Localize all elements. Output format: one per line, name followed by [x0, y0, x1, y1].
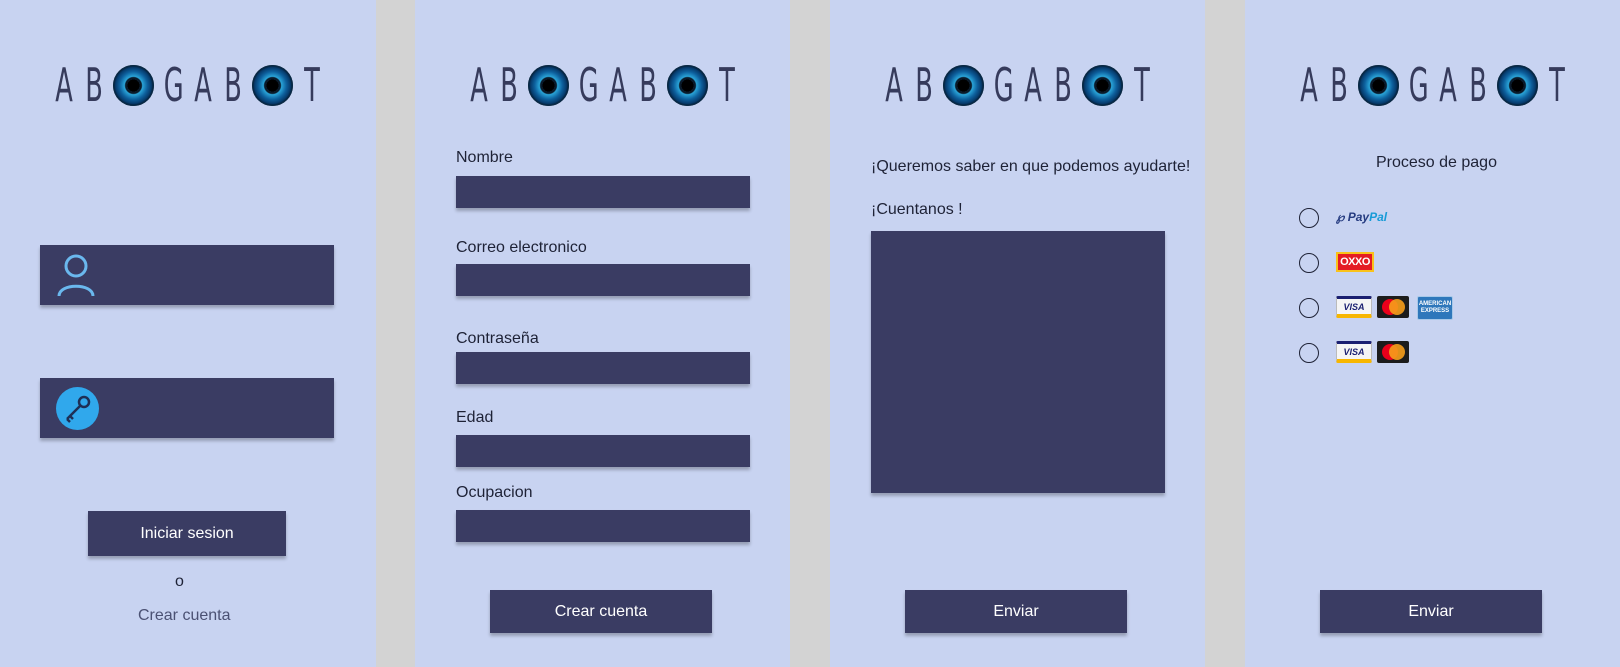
abogabot-logo: A B G A B T: [879, 60, 1157, 110]
email-input[interactable]: [456, 264, 750, 296]
tell-us-prompt: ¡Cuentanos !: [871, 201, 963, 218]
occupation-label: Ocupacion: [456, 484, 533, 501]
message-panel: A B G A B T ¡Queremos saber en que podem…: [830, 0, 1205, 667]
eye-icon: [113, 64, 154, 106]
logo-letter: B: [499, 58, 518, 112]
mastercard-logo: [1377, 296, 1409, 318]
eye-icon: [1081, 64, 1123, 106]
logo-letter: A: [194, 58, 212, 112]
eye-icon: [666, 64, 708, 106]
visa-logo: VISA: [1336, 296, 1372, 318]
paypal-pay-text: Pay: [1347, 210, 1370, 224]
abogabot-logo: A B G A B T: [1294, 60, 1572, 110]
register-panel: A B G A B T Nombre Correo electronico Co…: [415, 0, 790, 667]
login-button[interactable]: Iniciar sesion: [88, 511, 286, 556]
oxxo-logo: OXXO: [1336, 252, 1374, 272]
card-amex-radio[interactable]: [1299, 298, 1319, 318]
password-input[interactable]: [40, 378, 334, 438]
oxxo-radio[interactable]: [1299, 253, 1319, 273]
pay-send-button[interactable]: Enviar: [1320, 590, 1542, 633]
logo-letter: B: [224, 58, 242, 112]
occupation-input[interactable]: [456, 510, 750, 542]
create-account-link[interactable]: Crear cuenta: [138, 607, 231, 625]
or-text: o: [175, 573, 184, 590]
send-button[interactable]: Enviar: [905, 590, 1127, 633]
logo-letter: B: [1468, 58, 1487, 112]
logo-letter: T: [1133, 58, 1150, 112]
paypal-pal-text: Pal: [1369, 210, 1388, 224]
name-label: Nombre: [456, 149, 513, 166]
logo-letter: A: [1023, 58, 1042, 112]
payment-title: Proceso de pago: [1376, 154, 1497, 171]
paypal-logo: ℘ PayPal: [1336, 210, 1388, 224]
age-label: Edad: [456, 409, 494, 426]
mastercard-logo: [1377, 341, 1409, 363]
password-input[interactable]: [456, 352, 750, 384]
username-input[interactable]: [40, 245, 334, 305]
age-input[interactable]: [456, 435, 750, 467]
logo-letter: T: [1548, 58, 1565, 112]
abogabot-logo: A B G A B T: [49, 60, 327, 110]
payment-panel: A B G A B T Proceso de pago ℘ PayPal OXX…: [1245, 0, 1620, 667]
logo-letter: G: [1408, 58, 1429, 112]
logo-letter: A: [608, 58, 627, 112]
eye-icon: [1496, 64, 1538, 106]
logo-letter: G: [993, 58, 1014, 112]
logo-letter: B: [914, 58, 933, 112]
paypal-radio[interactable]: [1299, 208, 1319, 228]
user-icon: [57, 254, 95, 297]
logo-letter: A: [469, 58, 488, 112]
eye-icon: [527, 64, 569, 106]
logo-letter: B: [85, 58, 103, 112]
logo-letter: G: [578, 58, 599, 112]
logo-letter: T: [304, 58, 320, 112]
card-radio[interactable]: [1299, 343, 1319, 363]
password-label: Contraseña: [456, 330, 539, 347]
eye-icon: [1357, 64, 1399, 106]
logo-letter: A: [55, 58, 73, 112]
logo-letter: A: [884, 58, 903, 112]
login-panel: A B G A B T Iniciar sesion o Crear cuent…: [0, 0, 376, 667]
email-label: Correo electronico: [456, 239, 587, 256]
create-account-button[interactable]: Crear cuenta: [490, 590, 712, 633]
visa-logo: VISA: [1336, 341, 1372, 363]
logo-letter: G: [163, 58, 184, 112]
help-heading: ¡Queremos saber en que podemos ayudarte!: [871, 158, 1191, 175]
logo-letter: A: [1299, 58, 1318, 112]
eye-icon: [942, 64, 984, 106]
name-input[interactable]: [456, 176, 750, 208]
message-textarea[interactable]: [871, 231, 1165, 493]
logo-letter: B: [638, 58, 657, 112]
abogabot-logo: A B G A B T: [464, 60, 742, 110]
key-icon: [56, 387, 99, 430]
logo-letter: T: [718, 58, 735, 112]
logo-letter: B: [1329, 58, 1348, 112]
eye-icon: [252, 64, 293, 106]
logo-letter: A: [1438, 58, 1457, 112]
amex-logo: AMERICAN EXPRESS: [1417, 296, 1453, 320]
logo-letter: B: [1053, 58, 1072, 112]
